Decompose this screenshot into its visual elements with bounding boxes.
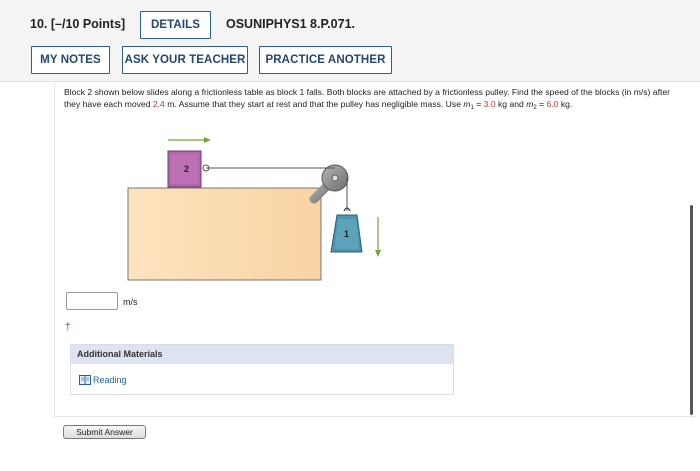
answer-unit: m/s [123,297,138,307]
distance-value: 2.4 [152,99,165,110]
m2-value: 6.0 [546,99,559,110]
submit-answer-button[interactable]: Submit Answer [63,425,146,439]
question-number: 10. [–/10 Points] [30,17,126,31]
pulley-figure: 2 1 [127,137,381,281]
reading-link[interactable]: Reading [79,375,127,385]
block-2-label: 2 [184,164,189,174]
additional-materials-panel: Additional Materials Reading [70,344,454,395]
ask-teacher-button[interactable]: ASK YOUR TEACHER [122,46,248,74]
table [127,187,322,281]
block-1-label: 1 [344,229,349,239]
points-label: [–/10 Points] [50,17,126,31]
answer-input[interactable] [66,292,118,310]
m1-value: 3.0 [483,99,496,110]
practice-another-button[interactable]: PRACTICE ANOTHER [259,46,392,74]
my-notes-button[interactable]: MY NOTES [31,46,110,74]
problem-code: OSUNIPHYS1 8.P.071. [226,17,356,31]
scrollbar[interactable] [690,205,693,415]
reading-label[interactable]: Reading [93,375,127,385]
problem-statement: Block 2 shown below slides along a frict… [64,87,671,112]
additional-materials-title: Additional Materials [71,345,453,364]
book-icon [79,375,91,385]
details-button[interactable]: DETAILS [140,11,211,39]
dagger-marker: † [65,322,71,333]
